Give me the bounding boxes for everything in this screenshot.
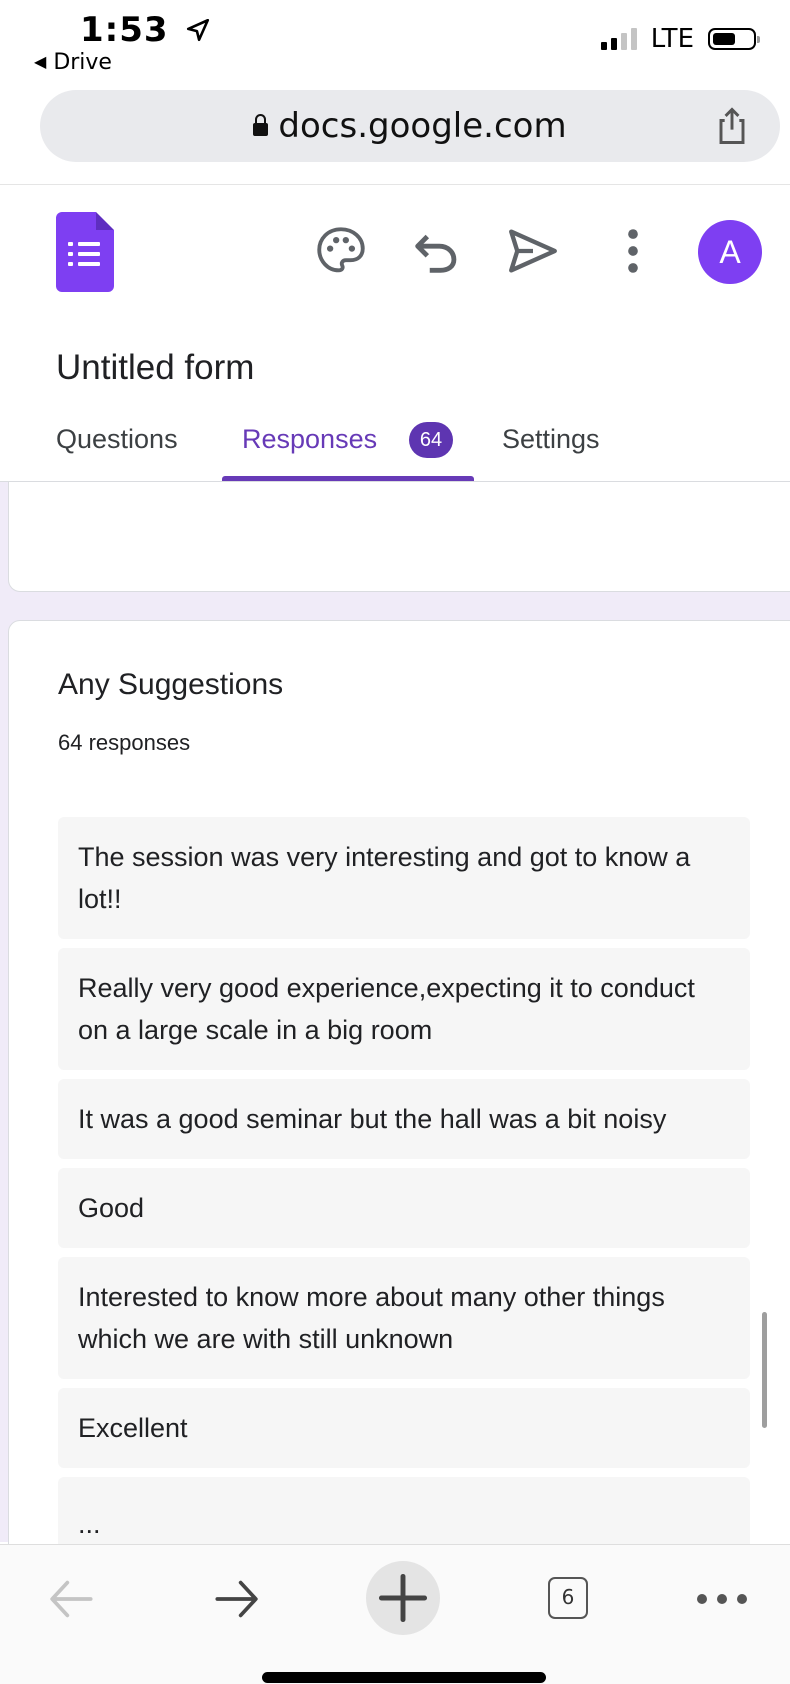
response-count: 64 responses	[58, 730, 191, 755]
location-arrow-icon	[187, 18, 210, 42]
forward-arrow-icon[interactable]	[208, 1571, 264, 1627]
battery-icon	[708, 28, 760, 50]
status-time: 1:53	[80, 10, 211, 50]
scrollbar[interactable]	[762, 1312, 767, 1428]
response-text: Interested to know more about many other…	[78, 1282, 665, 1354]
undo-icon[interactable]	[408, 222, 466, 280]
palette-icon[interactable]	[312, 222, 370, 280]
responses-count-badge: 64	[409, 422, 453, 458]
tab-count: 6	[561, 1585, 575, 1609]
back-arrow-icon[interactable]	[44, 1571, 100, 1627]
tab-settings[interactable]: Settings	[502, 424, 600, 455]
tabs-icon[interactable]: 6	[548, 1577, 588, 1619]
tab-questions[interactable]: Questions	[56, 424, 178, 455]
network-type: LTE	[650, 24, 694, 54]
response-text: It was a good seminar but the hall was a…	[78, 1104, 667, 1134]
forms-logo-icon[interactable]	[56, 212, 114, 292]
response-item: It was a good seminar but the hall was a…	[58, 1079, 750, 1159]
response-item: The session was very interesting and got…	[58, 817, 750, 939]
form-title[interactable]: Untitled form	[56, 348, 254, 388]
url-bar[interactable]: docs.google.com	[40, 90, 780, 162]
lock-icon	[253, 114, 269, 136]
browser-toolbar: 6	[0, 1544, 790, 1684]
back-app-label: Drive	[53, 50, 112, 75]
more-horiz-icon[interactable]	[692, 1579, 752, 1619]
response-text: Excellent	[78, 1413, 188, 1443]
time-text: 1:53	[80, 10, 169, 50]
response-text: Good	[78, 1193, 145, 1223]
previous-question-card	[8, 482, 790, 592]
signal-icon	[600, 28, 637, 50]
share-icon[interactable]	[710, 104, 754, 148]
response-item: Interested to know more about many other…	[58, 1257, 750, 1379]
more-vert-icon[interactable]	[604, 222, 662, 280]
response-text: The session was very interesting and got…	[78, 842, 691, 914]
back-triangle-icon: ◀	[34, 52, 47, 71]
back-to-app[interactable]: ◀ Drive	[34, 50, 112, 75]
tab-label: Responses	[242, 424, 378, 454]
tab-bar: Questions Responses 64 Settings	[0, 422, 790, 484]
response-item: Excellent	[58, 1388, 750, 1468]
browser-divider	[0, 184, 790, 185]
new-tab-icon	[378, 1573, 428, 1623]
send-icon[interactable]	[504, 222, 562, 280]
status-indicators: LTE	[600, 24, 760, 54]
tab-responses[interactable]: Responses	[242, 424, 377, 455]
url-text: docs.google.com	[278, 106, 567, 146]
response-text: Really very good experience,expecting it…	[78, 973, 695, 1045]
home-indicator	[262, 1672, 546, 1683]
response-item: Really very good experience,expecting it…	[58, 948, 750, 1070]
url-display: docs.google.com	[40, 90, 780, 162]
avatar[interactable]: A	[698, 220, 762, 284]
tab-label: Questions	[56, 424, 178, 454]
response-text: ...	[78, 1509, 101, 1539]
new-tab-button[interactable]	[366, 1561, 440, 1635]
tab-label: Settings	[502, 424, 600, 454]
response-item: Good	[58, 1168, 750, 1248]
question-title: Any Suggestions	[58, 668, 284, 701]
